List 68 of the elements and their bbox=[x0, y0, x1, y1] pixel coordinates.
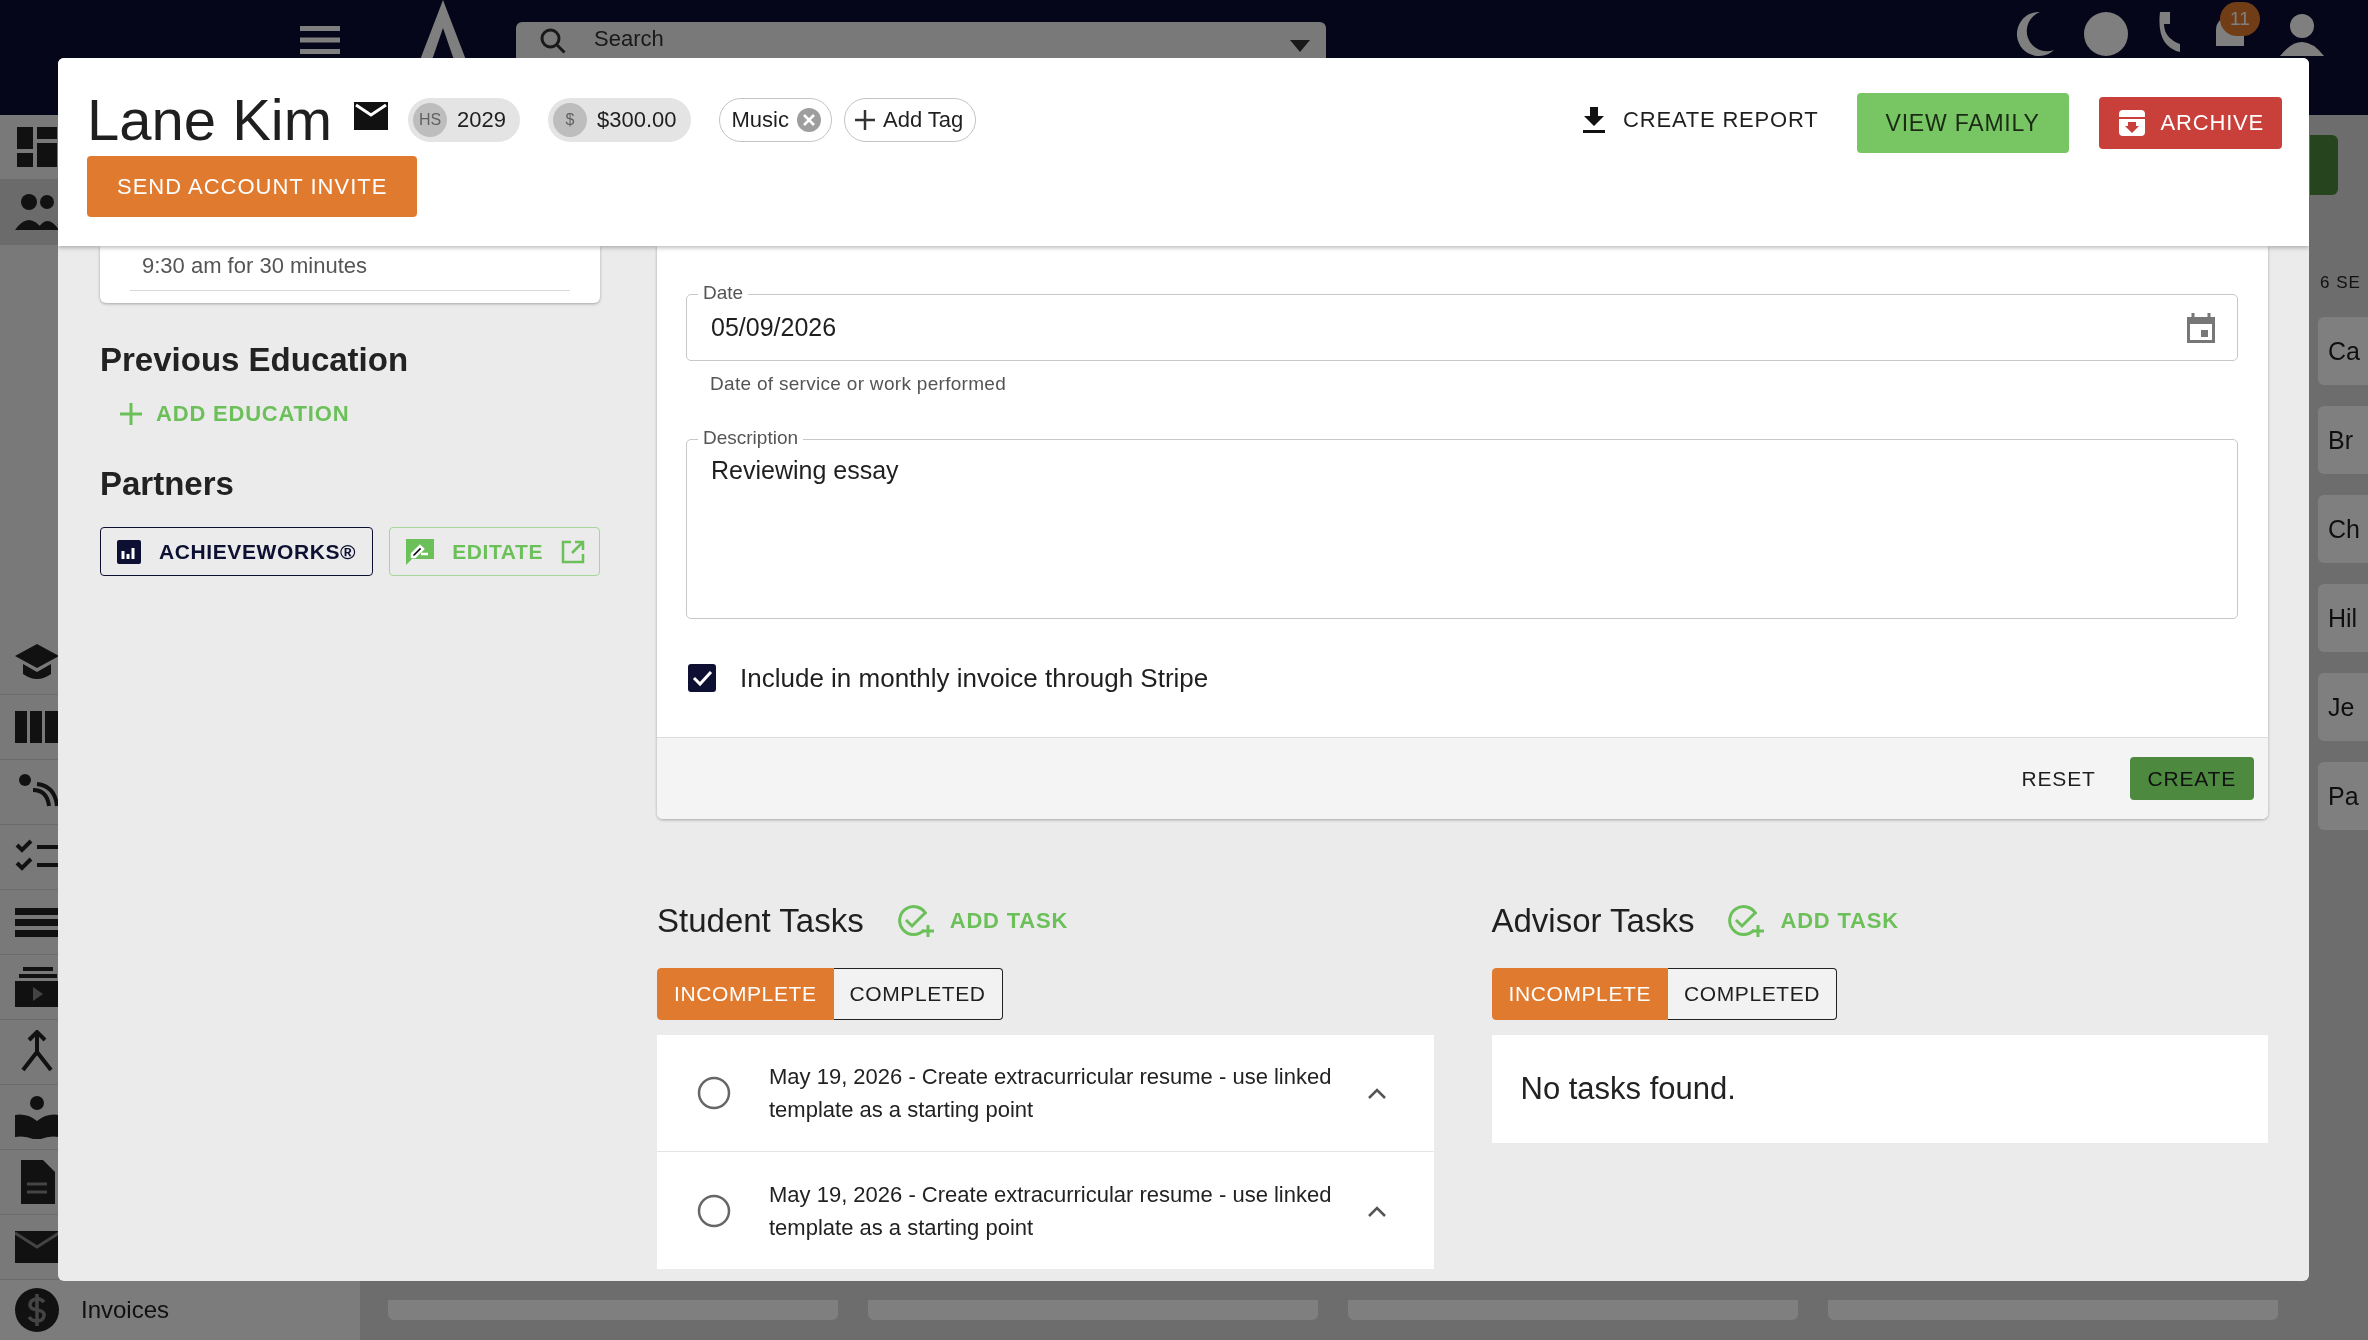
view-family-button[interactable]: VIEW FAMILY bbox=[1856, 93, 2069, 153]
section-title: Student Tasks bbox=[657, 902, 864, 940]
field-value: Reviewing essay bbox=[711, 456, 899, 485]
list-card[interactable]: Hil bbox=[2318, 584, 2368, 652]
helper-text: Date of service or work performed bbox=[710, 373, 1008, 395]
section-title: Advisor Tasks bbox=[1491, 902, 1695, 940]
plus-icon bbox=[120, 403, 142, 425]
section-title: Previous Education bbox=[100, 341, 410, 379]
tab[interactable]: COMPLETED bbox=[833, 968, 1003, 1020]
add-tag-button[interactable]: Add Tag bbox=[843, 98, 977, 142]
archive-box-icon bbox=[2118, 110, 2145, 136]
list-card[interactable]: Ca bbox=[2318, 317, 2368, 385]
plus-icon bbox=[854, 110, 875, 130]
reading-person-icon bbox=[15, 1095, 59, 1139]
task-checkbox[interactable] bbox=[697, 1076, 731, 1110]
dashboard-icon bbox=[15, 125, 59, 169]
empty-message: No tasks found. bbox=[1520, 1071, 1736, 1107]
mail-icon bbox=[354, 102, 389, 130]
phone-icon bbox=[2158, 12, 2180, 52]
tab[interactable]: INCOMPLETE bbox=[657, 968, 834, 1020]
notification-badge: 11 bbox=[2220, 2, 2260, 36]
list-card[interactable]: Je bbox=[2318, 673, 2368, 741]
create-report-button[interactable]: CREATE REPORT bbox=[1583, 107, 1819, 133]
chip-label: $300.00 bbox=[597, 107, 677, 133]
menu-icon bbox=[300, 26, 340, 54]
student-name: Lane Kim bbox=[87, 86, 333, 154]
send-invite-button[interactable]: SEND ACCOUNT INVITE bbox=[87, 156, 418, 217]
download-icon bbox=[1583, 107, 1606, 133]
collapse-chevron-icon[interactable] bbox=[1367, 1087, 1386, 1099]
task-checkbox[interactable] bbox=[697, 1193, 731, 1228]
external-link-icon bbox=[561, 539, 586, 564]
task-row[interactable]: May 19, 2026 - Create extracurricular resume - use linked template as a starting point bbox=[657, 1152, 1434, 1269]
edit-comment-icon bbox=[406, 538, 435, 565]
account-icon bbox=[2280, 12, 2324, 56]
video-library-icon bbox=[15, 965, 59, 1009]
checkbox-label: Include in monthly invoice through Stripe bbox=[740, 662, 1209, 694]
bar-chart-icon bbox=[117, 539, 141, 564]
task-text: May 19, 2026 - Create extracurricular resume - use linked template as a starting point bbox=[769, 1063, 1333, 1124]
dollar-icon bbox=[15, 1288, 59, 1332]
checkbox[interactable] bbox=[688, 664, 716, 692]
tag-label: Music bbox=[731, 107, 789, 133]
chip-avatar: HS bbox=[413, 103, 448, 137]
meeting-time: 9:30 am for 30 minutes bbox=[141, 252, 368, 280]
search-icon bbox=[540, 28, 566, 54]
list-card[interactable]: Pa bbox=[2318, 762, 2368, 830]
create-button[interactable]: CREATE bbox=[2129, 757, 2254, 800]
archive-button[interactable]: ARCHIVE bbox=[2098, 97, 2282, 149]
field-value: 05/09/2026 bbox=[711, 313, 838, 342]
tab[interactable]: COMPLETED bbox=[1668, 968, 1838, 1020]
list-card[interactable]: Br bbox=[2318, 406, 2368, 474]
list-card[interactable]: Ch bbox=[2318, 495, 2368, 563]
add-task-icon bbox=[1728, 904, 1765, 938]
chip-label: 2029 bbox=[457, 107, 506, 133]
tab[interactable]: INCOMPLETE bbox=[1491, 968, 1669, 1020]
reset-button[interactable]: RESET bbox=[2021, 766, 2096, 791]
task-text: May 19, 2026 - Create extracurricular resume - use linked template as a starting point bbox=[769, 1180, 1333, 1242]
remove-icon[interactable] bbox=[796, 108, 821, 132]
section-title: Partners bbox=[100, 465, 235, 503]
task-row[interactable]: May 19, 2026 - Create extracurricular resume - use linked template as a starting point bbox=[657, 1035, 1434, 1152]
partner-button[interactable]: ACHIEVEWORKS® bbox=[100, 527, 374, 576]
moon-icon bbox=[2014, 12, 2054, 56]
collapse-chevron-icon[interactable] bbox=[1367, 1204, 1386, 1217]
chip-avatar: $ bbox=[553, 103, 587, 137]
dropdown-caret-icon bbox=[1290, 40, 1310, 52]
add-task-icon bbox=[897, 904, 934, 938]
section-heading: 6 SE bbox=[2320, 273, 2362, 293]
sidebar-label: Invoices bbox=[81, 1296, 170, 1324]
calendar-icon[interactable] bbox=[2187, 312, 2215, 343]
